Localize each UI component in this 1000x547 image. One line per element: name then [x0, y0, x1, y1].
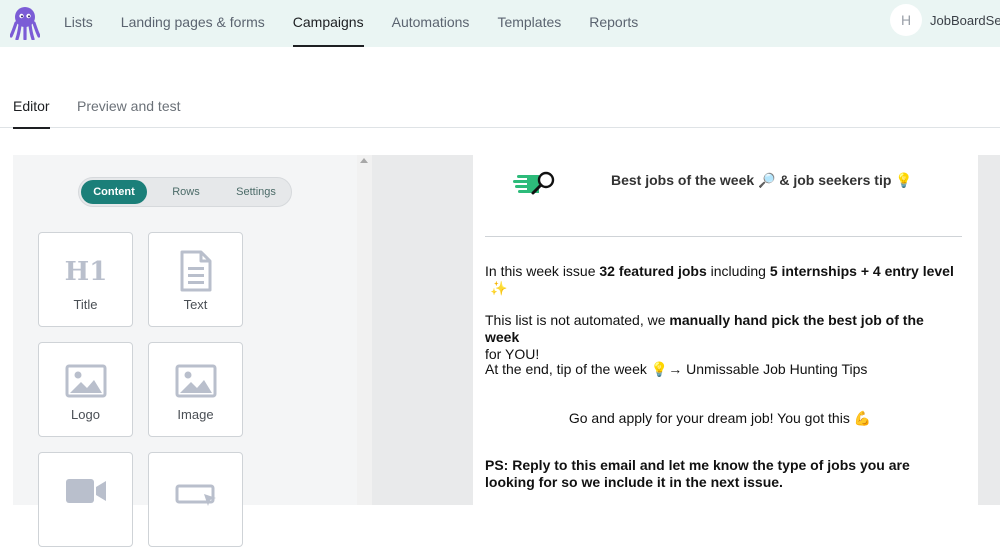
manual-text: This list is not automated, we — [485, 312, 670, 328]
email-paragraph-ps[interactable]: PS: Reply to this email and let me know … — [485, 457, 955, 491]
heading-h1-icon: H1 — [39, 251, 132, 291]
intro-text: In this week issue — [485, 263, 600, 279]
sparkles-emoji: ✨ — [490, 280, 508, 296]
content-panel: Content Rows Settings H1 Title Text Logo… — [13, 155, 357, 547]
nav-lists[interactable]: Lists — [50, 0, 107, 47]
scroll-up-arrow-icon[interactable] — [360, 158, 368, 163]
button-block[interactable] — [148, 452, 243, 547]
avatar[interactable]: H — [890, 4, 922, 36]
email-divider — [485, 236, 962, 237]
email-paragraph-tip[interactable]: At the end, tip of the week 💡→ Unmissabl… — [485, 361, 955, 378]
video-camera-icon — [39, 471, 132, 511]
email-paragraph-intro[interactable]: In this week issue 32 featured jobs incl… — [485, 263, 955, 297]
email-headline[interactable]: Best jobs of the week 🔎 & job seekers ti… — [611, 172, 913, 189]
segment-settings[interactable]: Settings — [223, 180, 289, 204]
panel-segmented-control: Content Rows Settings — [78, 177, 292, 207]
intro-featured-jobs: 32 featured jobs — [599, 263, 707, 279]
intro-internships: 5 internships + 4 entry level — [769, 263, 954, 279]
segment-rows[interactable]: Rows — [153, 180, 219, 204]
image-block[interactable]: Image — [148, 342, 243, 437]
svg-text:H1: H1 — [64, 257, 107, 286]
editor-tabs: Editor Preview and test — [0, 92, 1000, 129]
email-paragraph-manual[interactable]: This list is not automated, we manually … — [485, 312, 955, 363]
video-block[interactable] — [38, 452, 133, 547]
email-body[interactable]: Best jobs of the week 🔎 & job seekers ti… — [473, 155, 978, 505]
title-block-label: Title — [73, 297, 98, 312]
account-name[interactable]: JobBoardSe — [930, 13, 1000, 28]
nav-campaigns[interactable]: Campaigns — [279, 0, 378, 47]
logo-block-label: Logo — [71, 407, 100, 422]
panel-scrollbar[interactable] — [357, 155, 372, 505]
text-block-label: Text — [183, 297, 208, 312]
text-block[interactable]: Text — [148, 232, 243, 327]
manual-for-you: for YOU! — [485, 346, 540, 362]
logo-block[interactable]: Logo — [38, 342, 133, 437]
email-paragraph-apply[interactable]: Go and apply for your dream job! You got… — [485, 410, 955, 427]
intro-including: including — [706, 263, 770, 279]
nav-templates[interactable]: Templates — [483, 0, 575, 47]
nav-landing-pages-forms[interactable]: Landing pages & forms — [107, 0, 279, 47]
image-icon — [39, 361, 132, 401]
segment-content[interactable]: Content — [81, 180, 147, 204]
document-icon — [149, 250, 242, 292]
nav-automations[interactable]: Automations — [378, 0, 484, 47]
button-click-icon — [149, 471, 242, 511]
image-icon — [149, 361, 242, 401]
tab-editor[interactable]: Editor — [13, 92, 50, 129]
tab-preview-and-test[interactable]: Preview and test — [77, 92, 181, 128]
main-nav: Lists Landing pages & forms Campaigns Au… — [50, 0, 652, 47]
magnifier-speed-logo-icon — [513, 171, 555, 195]
nav-reports[interactable]: Reports — [575, 0, 652, 47]
top-navbar: Lists Landing pages & forms Campaigns Au… — [0, 0, 1000, 47]
image-block-label: Image — [177, 407, 214, 422]
title-block[interactable]: H1 Title — [38, 232, 133, 327]
octopus-logo-icon[interactable] — [10, 6, 40, 40]
